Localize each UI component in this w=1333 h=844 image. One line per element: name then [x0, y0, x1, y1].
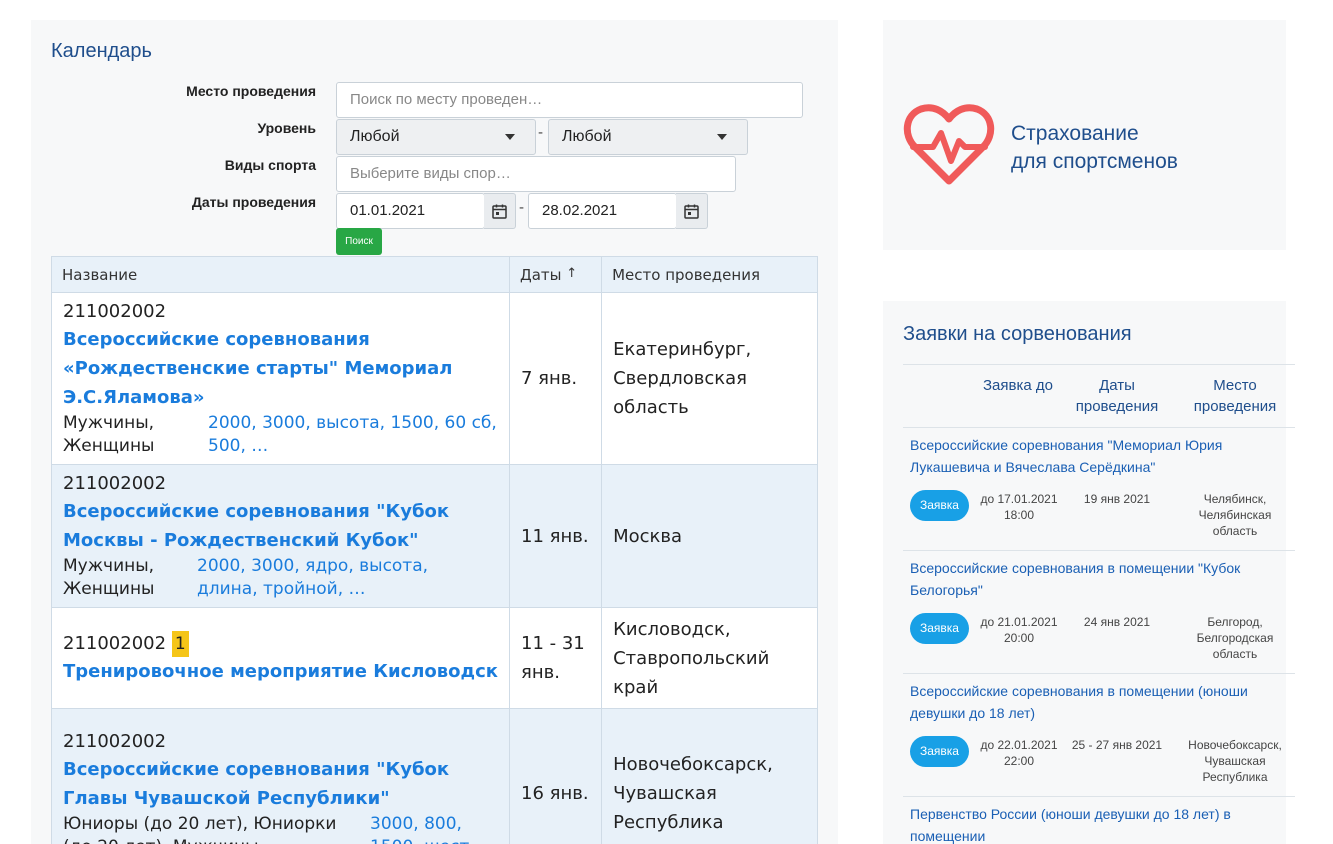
insurance-banner-line2: для спортсменов [1011, 150, 1178, 173]
col-header-dates-label: Даты [520, 265, 562, 284]
table-row: 211002002 Всероссийские соревнования "Ку… [51, 708, 818, 844]
request-place: Новочебоксарск, Чувашская Республика [1188, 738, 1282, 784]
request-dates: 24 янв 2021 [1083, 615, 1151, 629]
insurance-banner-text: Страхование для спортсменов [1011, 120, 1178, 176]
date-to-input[interactable]: 28.02.2021 [528, 193, 677, 229]
chevron-down-icon [717, 134, 727, 140]
request-apply-button[interactable]: Заявка [910, 736, 969, 767]
table-row: 211002002 1 Тренировочное мероприятие Ки… [51, 607, 818, 709]
request-till: до 22.01.2021 22:00 [980, 738, 1058, 768]
event-name-link[interactable]: Всероссийские соревнования "Кубок Москвы… [63, 497, 498, 555]
table-header-row: Название Даты ↑ Место проведения [51, 256, 818, 293]
request-place: Белгород, Белгородская область [1196, 615, 1274, 661]
level-to-value: Любой [562, 128, 612, 145]
event-cell: 211002002 Всероссийские соревнования "Ку… [51, 464, 510, 608]
sports-select-input[interactable]: Выберите виды спор… [336, 156, 736, 192]
requests-col-till: Заявка до [983, 377, 1053, 394]
request-item: Всероссийские соревнования "Мемориал Юри… [903, 427, 1295, 550]
insurance-banner[interactable]: Страхование для спортсменов [883, 20, 1286, 250]
event-code-line: 211002002 1 [63, 630, 498, 657]
level-to-select[interactable]: Любой [548, 119, 748, 155]
event-dates: 11 - 31 янв. [508, 607, 603, 709]
event-place: Кисловодск, Ставропольский край [601, 607, 818, 709]
request-place: Челябинск, Челябинская область [1198, 492, 1272, 538]
requests-panel: Заявки на сорвенования Заявка до Даты пр… [883, 301, 1295, 844]
calendar-icon [492, 204, 507, 219]
event-cell: 211002002 Всероссийские соревнования «Ро… [51, 292, 510, 465]
level-from-select[interactable]: Любой [336, 119, 536, 155]
event-place: Екатеринбург, Свердловская область [601, 292, 818, 465]
request-dates: 25 - 27 янв 2021 [1071, 738, 1163, 752]
event-code: 211002002 [63, 301, 167, 322]
event-count-badge: 1 [171, 630, 189, 657]
event-categories: Мужчины, Женщины [63, 556, 155, 599]
event-disciplines[interactable]: 2000, 3000, высота, 1500, 60 сб, 500, … [208, 412, 498, 458]
calendar-panel: Календарь Место проведения Поиск по мест… [31, 20, 838, 844]
event-place: Новочебоксарск, Чувашская Республика [601, 708, 818, 844]
event-dates: 11 янв. [508, 464, 603, 608]
col-header-place[interactable]: Место проведения [601, 256, 818, 293]
calendar-icon [684, 204, 699, 219]
chevron-down-icon [505, 134, 515, 140]
request-item: Первенство России (юноши девушки до 18 л… [903, 796, 1295, 844]
event-cell: 211002002 Всероссийские соревнования "Ку… [51, 708, 510, 844]
request-apply-button[interactable]: Заявка [910, 490, 969, 521]
event-cell: 211002002 1 Тренировочное мероприятие Ки… [51, 607, 510, 709]
event-dates: 7 янв. [508, 292, 603, 465]
request-dates: 19 янв 2021 [1083, 492, 1151, 506]
requests-col-dates: Даты проведения [1075, 377, 1159, 415]
requests-header: Заявка до Даты проведения Место проведен… [903, 364, 1295, 427]
search-button[interactable]: Поиск [336, 228, 382, 255]
request-name-link[interactable]: Всероссийские соревнования в помещении "… [910, 557, 1290, 601]
request-apply-button[interactable]: Заявка [910, 613, 969, 644]
request-name-link[interactable]: Первенство России (юноши девушки до 18 л… [910, 803, 1290, 844]
requests-title: Заявки на сорвенования [903, 323, 1132, 345]
event-name-link[interactable]: Всероссийские соревнования "Кубок Главы … [63, 755, 498, 813]
event-disciplines[interactable]: 3000, 800, 1500, шест, [370, 813, 498, 844]
request-name-link[interactable]: Всероссийские соревнования в помещении (… [910, 680, 1290, 724]
dates-label: Даты проведения [191, 194, 316, 210]
date-to-picker-button[interactable] [676, 193, 708, 229]
table-row: 211002002 Всероссийские соревнования «Ро… [51, 292, 818, 465]
col-header-name[interactable]: Название [51, 256, 510, 293]
insurance-banner-line1: Страхование [1011, 122, 1139, 145]
event-dates: 16 янв. [508, 708, 603, 844]
col-header-dates[interactable]: Даты ↑ [508, 256, 603, 293]
event-place: Москва [601, 464, 818, 608]
date-from-input[interactable]: 01.01.2021 [336, 193, 485, 229]
event-name-link[interactable]: Всероссийские соревнования «Рождественск… [63, 325, 498, 412]
heart-pulse-icon [903, 104, 995, 185]
event-code: 211002002 [63, 632, 167, 654]
event-code: 211002002 [63, 473, 167, 494]
event-name-link[interactable]: Тренировочное мероприятие Кисловодск [63, 657, 498, 686]
sort-arrow-icon: ↑ [566, 265, 578, 281]
event-disciplines[interactable]: 2000, 3000, ядро, высота, длина, тройной… [197, 555, 487, 601]
request-till: до 21.01.2021 20:00 [980, 615, 1058, 645]
events-table: Название Даты ↑ Место проведения 2110020… [51, 256, 818, 844]
requests-col-place: Место проведения [1193, 377, 1277, 415]
place-label: Место проведения [186, 83, 316, 99]
event-code: 211002002 [63, 730, 167, 752]
calendar-title: Календарь [51, 40, 152, 62]
sports-label: Виды спорта [224, 157, 316, 173]
dates-separator: - [519, 200, 525, 216]
event-categories: Юниоры (до 20 лет), Юниорки (до 20 лет),… [63, 813, 337, 844]
level-from-value: Любой [350, 128, 400, 145]
date-from-picker-button[interactable] [484, 193, 516, 229]
level-label: Уровень [257, 120, 316, 136]
place-search-input[interactable]: Поиск по месту проведен… [336, 82, 803, 118]
request-till: до 17.01.2021 18:00 [980, 492, 1058, 522]
table-row: 211002002 Всероссийские соревнования "Ку… [51, 464, 818, 608]
request-item: Всероссийские соревнования в помещении "… [903, 550, 1295, 673]
request-name-link[interactable]: Всероссийские соревнования "Мемориал Юри… [910, 434, 1290, 478]
request-item: Всероссийские соревнования в помещении (… [903, 673, 1295, 796]
event-categories: Мужчины, Женщины [63, 413, 155, 456]
level-separator: - [538, 125, 544, 141]
